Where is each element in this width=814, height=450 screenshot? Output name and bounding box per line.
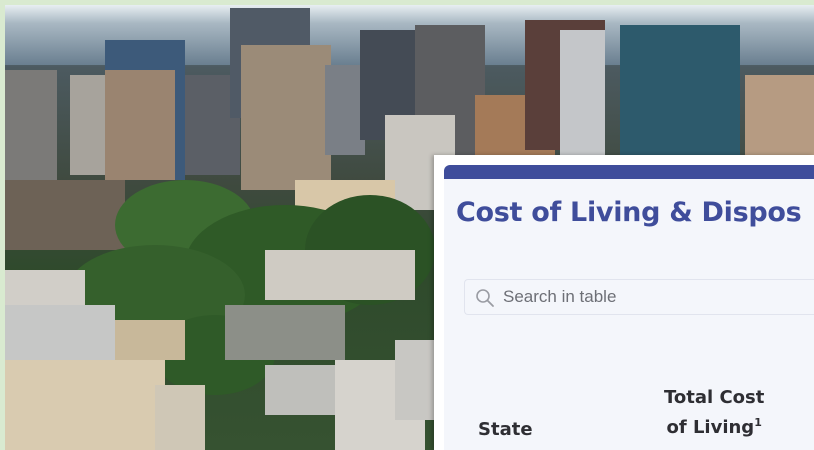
search-icon: [475, 288, 495, 308]
column-header-total-cost-line1: Total Cost: [664, 387, 765, 408]
column-header-total-cost-line2-text: of Living: [666, 417, 755, 438]
cost-of-living-card: Cost of Living & Dispos State Total Cost…: [434, 155, 814, 450]
column-header-total-cost[interactable]: Total Cost of Living1: [664, 385, 764, 440]
page-title: Cost of Living & Dispos: [456, 197, 802, 228]
table-search[interactable]: [464, 279, 814, 315]
card-accent-bar: [444, 165, 814, 179]
column-header-state[interactable]: State: [478, 419, 533, 440]
footnote-marker: 1: [754, 416, 762, 429]
search-input[interactable]: [503, 280, 803, 314]
column-header-total-cost-line2: of Living1: [664, 410, 764, 440]
